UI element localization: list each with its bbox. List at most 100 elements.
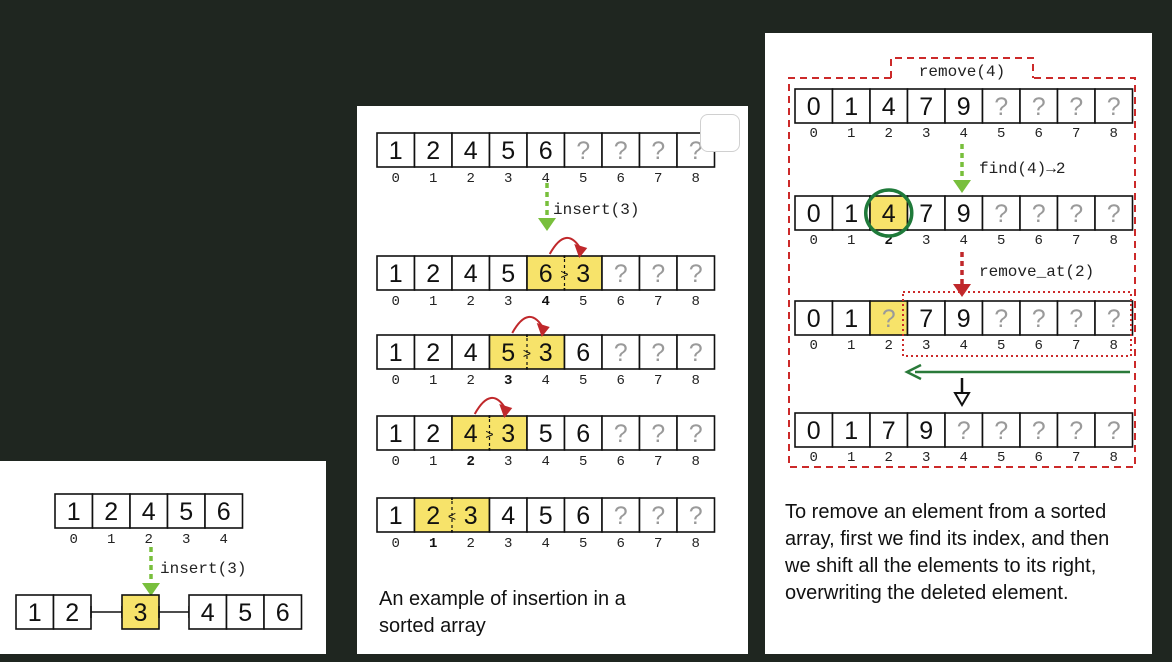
array-row: 1 2 4 5 3 6??? [376,334,716,370]
compare-symbol: > [560,266,568,282]
index-label: 5 [997,233,1005,249]
array-cell-value: ? [1032,305,1046,333]
array-cell-value: 1 [389,339,403,367]
index-label: 1 [847,450,855,466]
array-cell-value: 5 [501,339,515,367]
index-label: 6 [617,171,625,187]
index-label: 3 [504,454,512,470]
array-cell-value: 1 [389,137,403,165]
array-cell-value: ? [957,417,971,445]
array-cell-value: 6 [539,137,553,165]
index-label: 6 [1035,338,1043,354]
array-cell-value: 6 [276,599,290,627]
array-cell-value: 1 [844,305,858,333]
array-cell-value: ? [689,339,703,367]
array-cell-value: ? [614,420,628,448]
index-label: 3 [922,233,930,249]
array-cell-value: ? [689,502,703,530]
array-cell-value: 9 [957,93,971,121]
find-arrow-head [953,180,971,193]
array-row: 1 2 4 5 6 3??? [376,255,716,291]
array-cell-value: 5 [501,137,515,165]
array-row: 1 2 3 4 5 6??? [376,497,716,533]
index-label: 5 [579,536,587,552]
insert-arrow-head [142,583,160,596]
array-cell-value: 1 [389,420,403,448]
index-label: 0 [392,171,400,187]
index-label: 2 [467,373,475,389]
index-label: 8 [1110,126,1118,142]
index-label: 8 [1110,450,1118,466]
corner-button[interactable] [700,114,740,152]
index-label: 8 [692,373,700,389]
array-cell-value: 7 [882,417,896,445]
array-cell-value: ? [994,417,1008,445]
index-label: 6 [617,454,625,470]
insertion-caption: An example of insertion in a sorted arra… [379,588,626,637]
index-label: 3 [922,338,930,354]
index-label: 7 [1072,450,1080,466]
removal-caption: To remove an element from a sorted array… [785,501,1110,604]
result-arrow-head [953,392,971,407]
array-cell-value: ? [994,200,1008,228]
array-cell-value: 5 [539,502,553,530]
index-label: 0 [810,338,818,354]
array-row: 1 2 4 3 5 6??? [376,415,716,451]
array-cell-value: 1 [844,417,858,445]
array-row: 0 1 4 7 9???? [794,195,1134,231]
removal-steps-diagram: remove(4)0 1 4 7 9??? ?0 1 2 3 4 5 6 7 80 1 4 7 9??? ?0 1 2 3… [788,57,1136,468]
array-cell-value: ? [994,305,1008,333]
array-cell-value: ? [1069,305,1083,333]
array-cell-value: ? [651,137,665,165]
array-cell-value: 1 [844,93,858,121]
array-cell-value: 7 [919,305,933,333]
index-label: 3 [504,536,512,552]
index-label: 4 [542,294,550,310]
index-label: 8 [692,294,700,310]
index-label: 6 [1035,233,1043,249]
array-cell-value: 3 [501,420,515,448]
array-cell-value: 6 [576,420,590,448]
index-label: 7 [654,171,662,187]
insert-overview-diagram: 1 2 4 5 60 1 2 3 4insert(3)1 2 3 4 5 6 [15,493,303,630]
index-label: 7 [654,294,662,310]
array-cell-value: 2 [426,260,440,288]
array-cell-value: ? [614,260,628,288]
index-label: 1 [107,532,115,548]
array-cell-value: 0 [807,305,821,333]
array-cell-value: 4 [464,339,478,367]
find-label: find(4)→2 [979,160,1065,178]
array-cell-value: 1 [389,260,403,288]
array-row: 1 2 4 5 6???? [376,132,716,168]
array-cell-value: ? [614,137,628,165]
array-cell-value: ? [651,502,665,530]
array-row: 0 1? 7 9???? [794,300,1134,336]
left-segment: 12 [15,594,92,630]
array-cell-value: 6 [576,502,590,530]
index-label: 0 [810,450,818,466]
index-label: 3 [922,126,930,142]
array-row: 0 1 7 9????? [794,412,1134,448]
index-label: 0 [392,373,400,389]
index-label: 1 [847,126,855,142]
array-cell-value: ? [689,260,703,288]
panel-insertion-example: 1 2 4 5 6???? 0 1 2 3 4 5 6 7 8 1 2 4 5 6 3??? >0 1 2 3 4 5 6 7 8 1 2 4… [357,106,748,654]
index-label: 4 [960,126,968,142]
array-cell-value: ? [1069,93,1083,121]
index-label: 6 [617,536,625,552]
index-label: 3 [504,373,512,389]
compare-symbol: < [448,508,456,524]
index-label: 2 [885,450,893,466]
right-segment: 456 [188,594,303,630]
index-label: 5 [997,338,1005,354]
index-label: 1 [429,171,437,187]
array-cell-value: 6 [217,498,231,526]
array-cell-value: ? [689,420,703,448]
index-label: 2 [467,454,475,470]
array-cell-value: 3 [539,339,553,367]
array-cell-value: ? [651,260,665,288]
top-array: 12456 [54,493,244,529]
array-cell-value: 5 [501,260,515,288]
panel-removal-example: remove(4) 0 1 4 7 9???? 0 1 2 3 4 5 6 7 8 0 1 4 7 9???? 0 1 2 3… [765,33,1152,654]
array-cell-value: ? [1032,200,1046,228]
